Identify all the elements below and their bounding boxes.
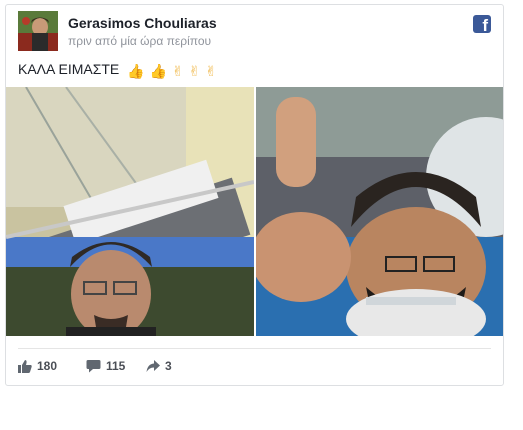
stats-divider [18,348,491,349]
victory-hand-emoji: ✌ [188,64,201,80]
post-header: Gerasimos Chouliaras πριν από μία ώρα πε… [18,9,491,53]
shares-stat[interactable]: 3 [146,359,172,373]
comment-icon [86,360,101,373]
photo-hospital-selfie[interactable] [6,87,254,336]
facebook-icon[interactable]: f [473,15,491,35]
photo-thumbs-up-selfie[interactable] [256,87,503,336]
post-timestamp[interactable]: πριν από μία ώρα περίπου [68,34,211,48]
shares-count: 3 [165,359,172,373]
emoji-row: 👍 👍 ✌ ✌ ✌ [127,63,218,80]
like-icon [18,360,32,373]
comments-stat[interactable]: 115 [86,359,125,373]
post-text-block: ΚΑΛΑ ΕΙΜΑΣΤΕ 👍 👍 ✌ ✌ ✌ [18,61,218,80]
victory-hand-emoji: ✌ [205,64,217,80]
thumbs-up-emoji: 👍 [127,64,145,80]
author-avatar[interactable] [18,11,58,51]
share-icon [146,360,160,372]
comments-count: 115 [106,359,126,373]
author-name[interactable]: Gerasimos Chouliaras [68,15,217,31]
likes-stat[interactable]: 180 [18,359,57,373]
likes-count: 180 [37,359,58,373]
post-text: ΚΑΛΑ ΕΙΜΑΣΤΕ [18,61,120,77]
post-card: Gerasimos Chouliaras πριν από μία ώρα πε… [5,4,504,386]
thumbs-up-emoji: 👍 [149,64,167,80]
victory-hand-emoji: ✌ [171,64,184,80]
photo-grid [6,87,503,336]
